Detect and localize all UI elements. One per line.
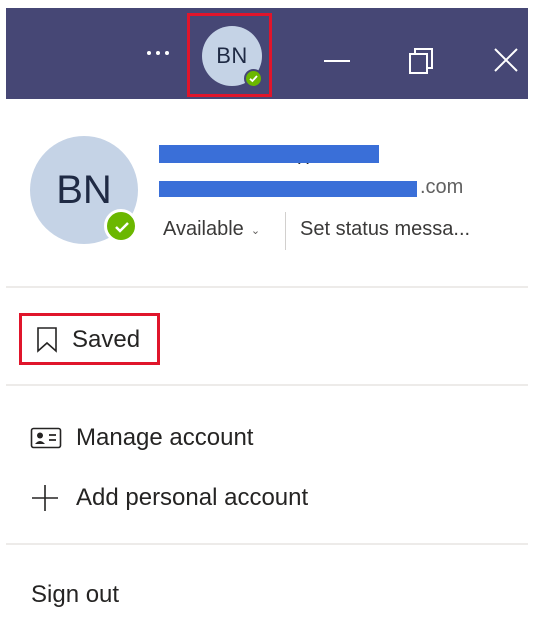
highlight-box-avatar: BN xyxy=(187,13,272,97)
add-personal-account-menu-item[interactable]: Add personal account xyxy=(30,483,308,513)
status-label: Available xyxy=(163,218,244,240)
title-bar: BN xyxy=(6,8,528,99)
contact-card-icon xyxy=(30,427,62,449)
manage-account-menu-item[interactable]: Manage account xyxy=(30,424,253,452)
redacted-email xyxy=(159,181,417,197)
saved-menu-item[interactable]: Saved xyxy=(30,326,140,354)
redacted-name xyxy=(159,145,379,163)
profile-initials: BN xyxy=(56,167,112,212)
status-divider xyxy=(285,212,286,250)
more-options-icon[interactable] xyxy=(145,43,173,63)
profile-email-suffix: .com xyxy=(420,176,464,198)
divider xyxy=(6,286,528,288)
divider xyxy=(6,384,528,386)
restore-icon[interactable] xyxy=(408,47,434,75)
chevron-down-icon: ⌄ xyxy=(250,225,261,237)
saved-label: Saved xyxy=(72,326,141,353)
status-dropdown[interactable]: Available ⌄ xyxy=(163,218,260,241)
plus-icon xyxy=(32,485,58,511)
close-icon[interactable] xyxy=(492,46,520,74)
bookmark-icon xyxy=(37,327,57,353)
available-status-icon xyxy=(104,209,138,243)
sign-out-button[interactable]: Sign out xyxy=(31,581,119,609)
available-status-icon xyxy=(244,69,263,88)
avatar-initials: BN xyxy=(216,43,248,68)
manage-account-label: Manage account xyxy=(76,424,254,451)
add-personal-account-label: Add personal account xyxy=(76,484,309,511)
minimize-icon[interactable] xyxy=(324,60,350,62)
set-status-message-button[interactable]: Set status messa... xyxy=(300,218,470,241)
divider xyxy=(6,543,528,545)
